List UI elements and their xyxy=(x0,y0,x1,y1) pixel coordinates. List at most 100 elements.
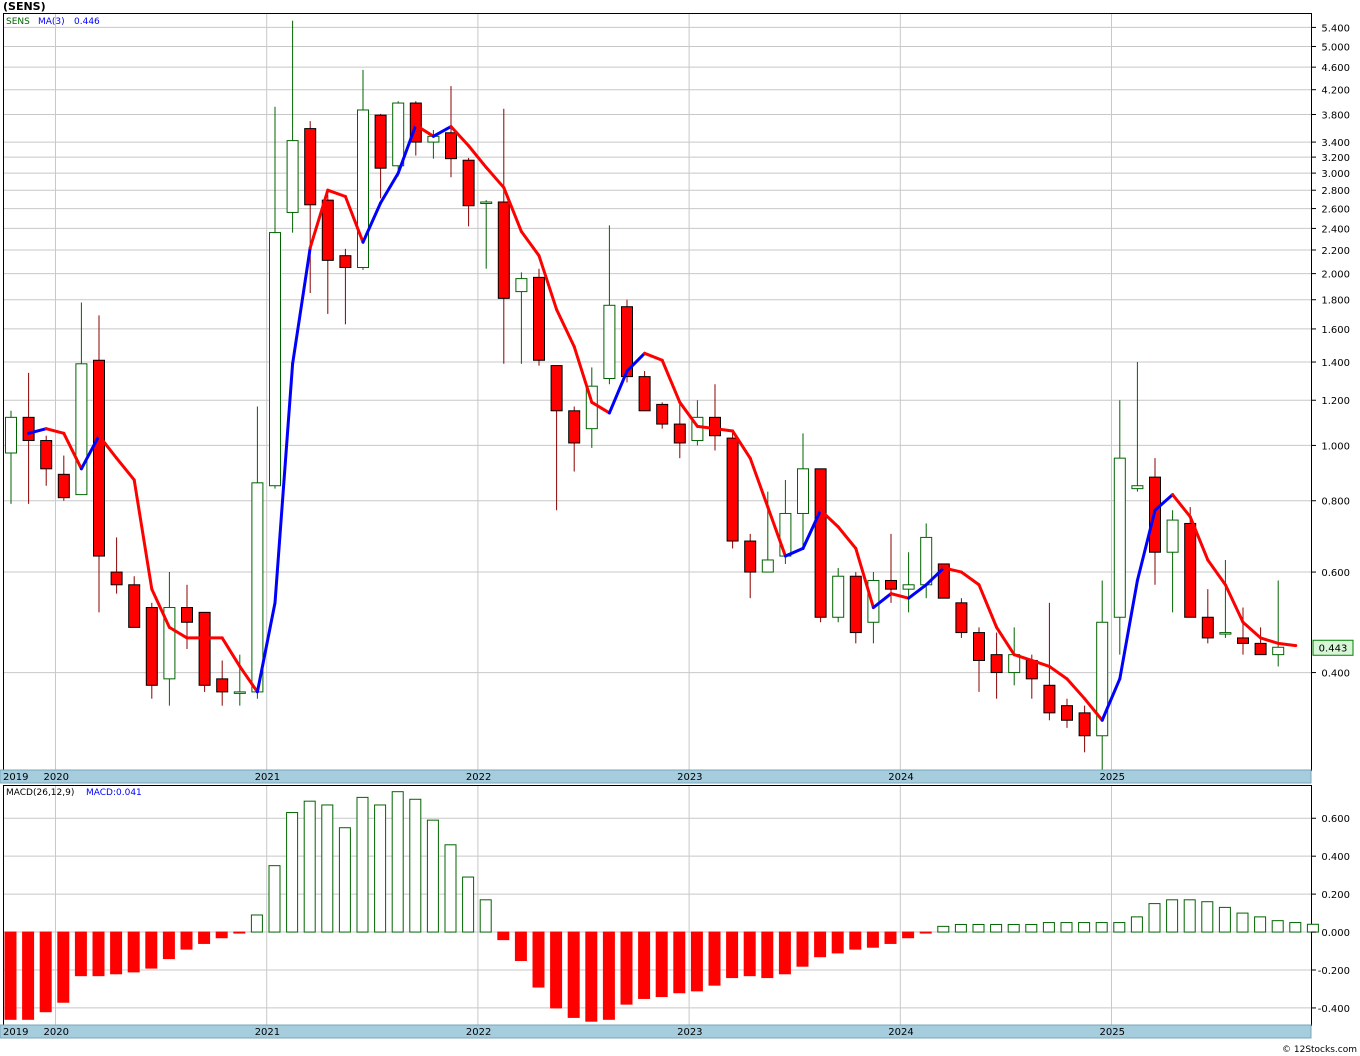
candle-body-up xyxy=(251,482,264,693)
price-candle xyxy=(832,567,845,623)
macd-bar-positive xyxy=(321,804,334,933)
price-candle xyxy=(533,268,545,366)
candle-body-up xyxy=(233,691,246,694)
candle-body-down xyxy=(1237,637,1249,644)
macd-bar-negative xyxy=(761,931,774,979)
price-candle xyxy=(814,468,827,623)
macd-bar-positive xyxy=(1289,922,1302,933)
macd-bar-positive xyxy=(1201,901,1214,933)
candle-body-down xyxy=(321,199,334,261)
candle-body-down xyxy=(198,611,211,686)
candle-body-down xyxy=(22,416,35,442)
macd-bar-negative xyxy=(514,931,527,962)
candle-body-down xyxy=(673,423,686,444)
stock-chart: 2019 2020 2021 2022 2023 2024 2025 2019 2020 202… xyxy=(0,0,1360,1056)
price-y-tick-label: 4.200 xyxy=(1321,86,1350,97)
macd-y-tick-label: 0.600 xyxy=(1321,814,1350,825)
candle-body-down xyxy=(1254,642,1267,656)
candle-body-down xyxy=(1061,705,1073,721)
candle-body-up xyxy=(867,579,880,623)
macd-bar-negative xyxy=(796,931,809,967)
price-y-tick-label: 2.200 xyxy=(1321,246,1350,257)
price-y-tick-label: 0.800 xyxy=(1321,497,1350,508)
macd-bar-negative xyxy=(127,931,140,973)
candle-body-down xyxy=(885,579,897,590)
candle-body-down xyxy=(110,571,123,586)
macd-bar-positive xyxy=(1060,922,1073,933)
price-y-tick-label: 2.800 xyxy=(1321,186,1350,197)
price-y-tick-label: 3.000 xyxy=(1321,169,1350,180)
macd-bar-negative xyxy=(22,931,35,1020)
candle-body-down xyxy=(638,376,651,412)
candle-body-down xyxy=(40,440,53,470)
macd-bar-positive xyxy=(1148,903,1161,933)
macd-bar-negative xyxy=(4,931,17,1020)
candle-body-down xyxy=(445,132,457,160)
candle-body-up xyxy=(832,575,845,618)
price-x-tick-label: 2025 xyxy=(1100,772,1125,783)
macd-bar-negative xyxy=(233,931,246,934)
macd-bar-positive xyxy=(1271,920,1284,933)
candle-body-up xyxy=(1131,485,1144,490)
macd-x-tick-label: 2021 xyxy=(255,1027,280,1038)
price-candle xyxy=(198,611,211,692)
price-y-tick-label: 2.000 xyxy=(1321,270,1350,281)
candle-body-down xyxy=(145,607,158,686)
macd-bar-negative xyxy=(180,931,193,950)
last-price-label: 0.443 xyxy=(1319,643,1348,654)
candle-body-up xyxy=(1166,519,1179,553)
macd-bar-negative xyxy=(550,931,563,1009)
macd-bar-negative xyxy=(814,931,827,958)
candle-body-down xyxy=(973,632,985,661)
macd-bar-positive xyxy=(1095,922,1108,933)
macd-bar-positive xyxy=(444,844,457,933)
macd-bar-negative xyxy=(602,931,615,1020)
price-y-tick-label: 2.600 xyxy=(1321,205,1350,216)
candle-body-up xyxy=(286,140,299,213)
macd-y-tick-label: 0.200 xyxy=(1321,890,1350,901)
price-y-tick-label: 3.400 xyxy=(1321,138,1350,149)
macd-bar-positive xyxy=(1218,906,1231,933)
macd-bar-negative xyxy=(919,931,932,934)
candle-body-up xyxy=(1113,457,1126,618)
last-price-marker: 0.443 xyxy=(1312,639,1354,656)
candle-body-down xyxy=(656,403,669,425)
price-candle xyxy=(726,430,739,549)
macd-bar-negative xyxy=(902,931,915,939)
macd-bar-negative xyxy=(145,931,158,969)
price-y-tick-label: 0.400 xyxy=(1321,669,1350,680)
macd-bar-positive xyxy=(479,899,492,933)
candle-body-down xyxy=(1078,712,1091,737)
price-legend-ma-value: 0.446 xyxy=(74,17,100,27)
candle-body-down xyxy=(849,575,862,634)
copyright: © 12Stocks.com xyxy=(1282,1045,1357,1055)
macd-bar-positive xyxy=(250,914,263,933)
candle-body-down xyxy=(497,201,510,299)
price-x-tick-label: 2019 xyxy=(3,772,28,783)
candle-body-up xyxy=(920,536,933,586)
candle-body-up xyxy=(75,363,88,496)
candle-body-down xyxy=(990,654,1003,674)
macd-bar-negative xyxy=(567,931,580,1018)
macd-bar-positive xyxy=(1236,912,1249,933)
macd-bar-positive xyxy=(303,800,316,933)
macd-bar-negative xyxy=(866,931,879,948)
macd-bar-negative xyxy=(638,931,651,999)
macd-bar-negative xyxy=(849,931,862,950)
candle-body-down xyxy=(339,255,352,268)
price-y-tick-label: 3.200 xyxy=(1321,153,1350,164)
price-x-tick-label: 2023 xyxy=(677,772,702,783)
candle-body-up xyxy=(357,109,369,268)
macd-bar-positive xyxy=(1130,916,1143,933)
price-candle xyxy=(638,371,651,412)
candle-body-down xyxy=(1043,684,1056,714)
candle-body-up xyxy=(515,278,528,293)
macd-bar-negative xyxy=(743,931,756,977)
price-y-tick-label: 5.400 xyxy=(1321,23,1350,34)
candle-body-down xyxy=(955,602,968,634)
macd-bar-positive xyxy=(954,923,967,933)
macd-bar-negative xyxy=(497,931,510,941)
price-candle xyxy=(145,602,158,699)
macd-y-tick-label: -0.200 xyxy=(1318,966,1350,977)
price-x-tick-label: 2024 xyxy=(888,772,913,783)
